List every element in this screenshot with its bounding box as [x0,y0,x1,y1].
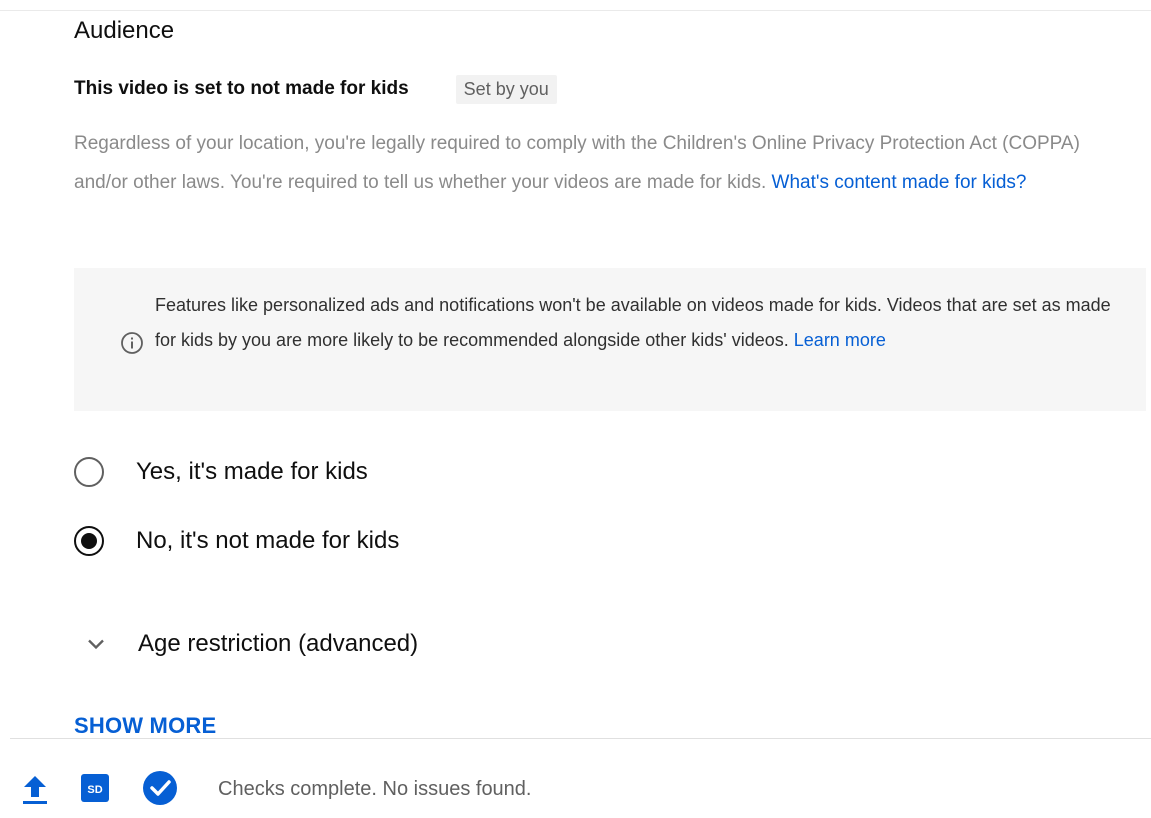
made-for-kids-link[interactable]: What's content made for kids? [772,172,1027,193]
info-box: Features like personalized ads and notif… [74,268,1146,411]
radio-option-yes[interactable]: Yes, it's made for kids [74,452,368,492]
sd-icon[interactable]: SD [80,773,110,803]
age-restriction-label[interactable]: Age restriction (advanced) [138,630,418,658]
radio-option-no[interactable]: No, it's not made for kids [74,521,399,561]
set-by-you-chip: Set by you [455,74,557,104]
audience-status-row: This video is set to not made for kids S… [74,74,557,104]
show-more-button[interactable]: SHOW MORE [74,713,216,739]
checks-status-text: Checks complete. No issues found. [218,778,532,800]
section-title: Audience [74,17,175,44]
learn-more-link[interactable]: Learn more [794,330,886,350]
check-circle-icon[interactable] [142,770,178,806]
chevron-down-icon[interactable] [82,630,110,658]
info-text-block: Features like personalized ads and notif… [155,288,1115,358]
info-icon [121,332,143,354]
radio-no-label[interactable]: No, it's not made for kids [136,527,399,555]
radio-selected-dot [81,533,97,549]
radio-no[interactable] [74,526,104,556]
top-divider [0,10,1151,11]
info-text: Features like personalized ads and notif… [155,295,1111,350]
radio-yes-label[interactable]: Yes, it's made for kids [136,458,368,486]
upload-icon[interactable] [20,773,50,807]
sd-badge-text: SD [87,784,102,796]
radio-yes[interactable] [74,457,104,487]
audience-status-text: This video is set to not made for kids [74,78,409,99]
footer-divider [10,738,1151,739]
age-restriction-toggle[interactable]: Age restriction (advanced) [74,623,418,665]
footer-bar: SD Checks complete. No issues found. [0,770,1151,818]
coppa-description: Regardless of your location, you're lega… [74,124,1104,202]
